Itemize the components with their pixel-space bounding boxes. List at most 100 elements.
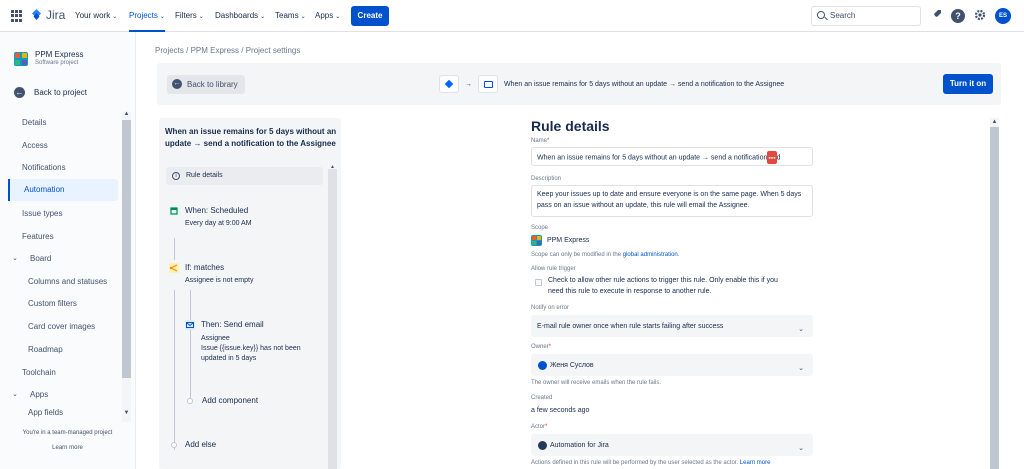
scroll-down-icon[interactable]: ▼	[122, 410, 131, 416]
owner-label-text: Owner	[531, 344, 549, 350]
add-component-label: Add component	[202, 396, 259, 405]
jira-logo[interactable]: Jira	[31, 8, 65, 22]
scroll-up-icon[interactable]: ▲	[122, 111, 131, 117]
chevron-down-icon: ⌄	[260, 14, 266, 20]
chevron-down-icon: ⌄	[798, 326, 804, 333]
back-to-project-label: Back to project	[34, 88, 87, 97]
sidebar-item-apps[interactable]: ⌄ Apps	[8, 384, 118, 406]
back-to-project-link[interactable]: ← Back to project	[14, 87, 87, 98]
allow-trigger-text-1: Check to allow other rule actions to tri…	[548, 277, 778, 284]
sidebar-item-card-cover-images[interactable]: Card cover images	[8, 316, 118, 338]
jira-logo-icon	[32, 8, 41, 20]
actor-learn-more-link[interactable]: Learn more	[740, 460, 771, 466]
nav-teams[interactable]: Teams ⌄	[275, 0, 306, 32]
nav-projects[interactable]: Projects ⌄	[129, 0, 165, 32]
nav-your-work[interactable]: Your work ⌄	[75, 0, 117, 32]
user-avatar[interactable]: ES	[995, 8, 1011, 24]
sidebar-item-columns-and-statuses[interactable]: Columns and statuses	[8, 271, 118, 293]
arrow-left-icon: ←	[172, 79, 182, 89]
notifications-icon[interactable]	[929, 9, 943, 23]
required-marker: *	[548, 344, 552, 350]
top-navigation-bar: Jira Your work ⌄ Projects ⌄ Filters ⌄ Dashb…	[0, 0, 1024, 32]
actor-select[interactable]: Automation for Jira ⌄	[531, 434, 813, 456]
add-else-button[interactable]: Add else	[185, 440, 216, 449]
nav-label: Teams	[275, 11, 299, 20]
sidebar-item-toolchain[interactable]: Toolchain	[8, 362, 118, 384]
allow-trigger-checkbox[interactable]	[535, 279, 542, 286]
sidebar-item-details[interactable]: Details	[8, 112, 118, 134]
rule-builder-panel: When an issue remains for 5 days without…	[159, 118, 341, 469]
sidebar-item-issue-types[interactable]: Issue types	[8, 203, 118, 225]
sidebar-item-notifications[interactable]: Notifications	[8, 157, 118, 179]
add-else-dot	[171, 442, 177, 448]
sidebar-scrollbar-thumb[interactable]	[122, 120, 131, 378]
global-administration-link[interactable]: global administration	[623, 252, 678, 258]
created-label: Created	[531, 395, 553, 401]
breadcrumb[interactable]: Projects / PPM Express / Project setting…	[155, 46, 300, 55]
sidebar-item-custom-filters[interactable]: Custom filters	[8, 293, 118, 315]
nav-filters[interactable]: Filters ⌄	[175, 0, 204, 32]
add-component-button[interactable]: Add component	[202, 396, 258, 405]
team-managed-text: You're in a team-managed project	[22, 430, 113, 436]
rule-name-input[interactable]: When an issue remains for 5 days without…	[531, 147, 813, 166]
sidebar-item-automation[interactable]: Automation	[8, 179, 118, 201]
required-marker: *	[545, 424, 548, 430]
rule-description-input[interactable]: Keep your issues up to date and ensure e…	[531, 185, 813, 217]
rule-details-row[interactable]: i Rule details	[166, 167, 323, 185]
actor-note-text: Actions defined in this rule will be per…	[531, 460, 739, 466]
rule-name-value: When an issue remains for 5 days without…	[537, 154, 768, 162]
info-icon: i	[172, 172, 180, 180]
owner-avatar	[538, 361, 547, 370]
actor-label: Actor*	[531, 424, 547, 430]
email-icon	[483, 80, 493, 88]
sidebar-item-label: Apps	[30, 390, 49, 399]
scope-value: PPM Express	[531, 235, 589, 246]
nav-label: Apps	[315, 11, 334, 20]
trigger-diamond-icon	[444, 79, 454, 89]
settings-gear-icon[interactable]	[973, 9, 987, 23]
owner-select[interactable]: Женя Суслов ⌄	[531, 354, 813, 376]
project-avatar-icon	[14, 52, 28, 66]
app-switcher-icon[interactable]	[11, 10, 23, 22]
owner-label: Owner*	[531, 344, 551, 350]
nav-label: Projects	[129, 11, 158, 20]
rule-builder-title: When an issue remains for 5 days without…	[165, 127, 337, 148]
sidebar-item-features[interactable]: Features	[8, 226, 118, 248]
details-scrollbar-thumb[interactable]	[990, 127, 999, 469]
action-subject-2: updated in 5 days	[201, 355, 257, 362]
sidebar-item-board[interactable]: ⌄ Board	[8, 248, 118, 270]
search-input[interactable]: Search	[811, 6, 921, 26]
rule-builder-scrollbar[interactable]	[328, 169, 337, 469]
chevron-down-icon: ⌄	[12, 255, 18, 262]
rule-details-label: Rule details	[186, 172, 223, 179]
calendar-icon	[169, 206, 179, 216]
sidebar-item-access[interactable]: Access	[8, 135, 118, 157]
project-avatar-icon	[531, 235, 542, 246]
sidebar-item-app-fields[interactable]: App fields	[8, 404, 118, 418]
condition-description: Assignee is not empty	[185, 277, 254, 284]
notify-label: Notify on error	[531, 305, 570, 311]
actor-label-text: Actor	[531, 424, 546, 430]
notify-on-error-select[interactable]: E-mail rule owner once when rule starts …	[531, 315, 813, 337]
search-placeholder: Search	[830, 11, 856, 20]
trigger-title: When: Scheduled	[185, 206, 249, 215]
flow-connector	[174, 238, 175, 260]
help-icon[interactable]: ?	[951, 9, 965, 23]
sidebar-item-roadmap[interactable]: Roadmap	[8, 339, 118, 361]
project-type: Software project	[35, 60, 79, 66]
nav-label: Dashboards	[215, 11, 259, 20]
turn-it-on-button[interactable]: Turn it on	[943, 74, 993, 94]
nav-dashboards[interactable]: Dashboards ⌄	[215, 0, 265, 32]
chevron-down-icon: ⌄	[335, 14, 341, 20]
scroll-up-icon[interactable]: ▲	[990, 119, 999, 125]
actor-avatar	[538, 441, 547, 450]
back-to-library-button[interactable]: ← Back to library	[167, 75, 245, 94]
nav-apps[interactable]: Apps ⌄	[315, 0, 340, 32]
arrow-right-icon: →	[465, 80, 472, 88]
add-else-label: Add else	[185, 440, 217, 449]
rule-flow-summary: → When an issue remains for 5 days witho…	[439, 75, 784, 93]
chevron-down-icon: ⌄	[12, 391, 18, 398]
branch-icon	[169, 263, 179, 273]
learn-more-link[interactable]: Learn more	[0, 441, 135, 456]
create-button[interactable]: Create	[351, 6, 389, 26]
